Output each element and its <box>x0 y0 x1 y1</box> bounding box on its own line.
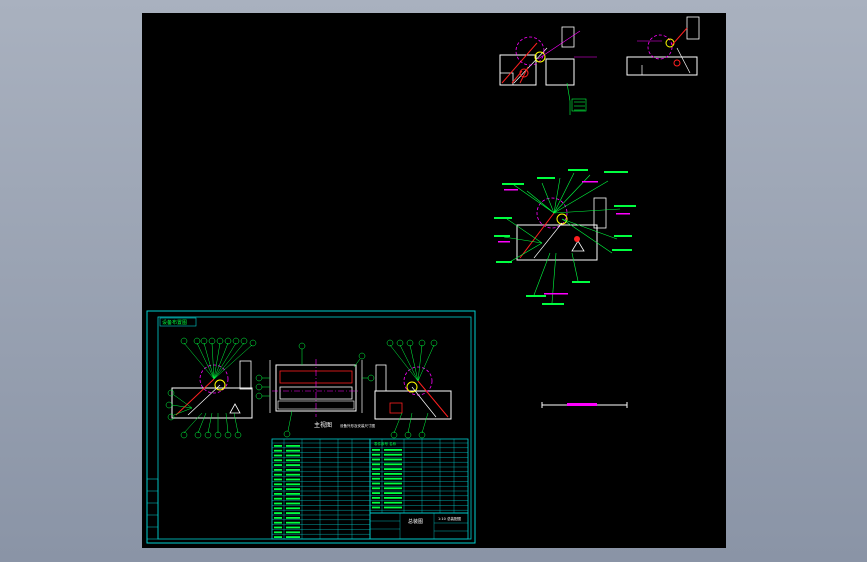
table-cell-text <box>384 477 402 480</box>
table-cell-text <box>286 517 300 519</box>
table-cell-text <box>274 497 282 500</box>
side-caption: 设备外形及安装尺寸图 <box>340 423 375 428</box>
main-view-caption: 主视图 <box>314 421 332 429</box>
drawing-number: 1:10 总装配图 <box>438 516 461 521</box>
table-cell-text <box>274 502 282 505</box>
detail-view-top-left <box>499 26 597 115</box>
dimension-line <box>541 402 628 408</box>
table-cell-text <box>274 517 282 519</box>
table-cell-text <box>286 488 300 490</box>
annotated-detail-view <box>494 169 636 305</box>
table-cell-text <box>274 459 282 462</box>
table-cell-text <box>274 469 282 471</box>
table-cell-text <box>384 468 402 470</box>
sheet-title-tag: 设备布置图 <box>162 319 187 326</box>
table-cell-text <box>384 506 402 509</box>
table-cell-text <box>274 521 282 524</box>
table-cell-text <box>286 512 300 514</box>
table-cell-text <box>384 453 402 456</box>
table-cell-text <box>286 445 300 447</box>
cad-drawing: 设备布置图 主视图 设备外形及安装尺寸图 零件序号 名称 总装图 1:10 总装… <box>146 16 700 544</box>
table-cell-text <box>372 449 380 451</box>
main-view-left-machine <box>165 337 257 439</box>
table-cell-text <box>286 531 300 534</box>
table-cell-text <box>274 454 282 457</box>
table-cell-text <box>286 493 300 495</box>
table-cell-text <box>274 473 282 476</box>
table-cell-text <box>384 501 402 504</box>
table-cell-text <box>372 453 380 456</box>
table-cell-text <box>384 487 402 490</box>
table-cell-text <box>286 536 300 538</box>
table-cell-text <box>286 454 300 457</box>
table-cell-text <box>274 493 282 495</box>
table-cell-text <box>286 507 300 510</box>
table-cell-text <box>274 526 282 529</box>
table-cell-text <box>274 536 282 538</box>
table-cell-text <box>274 464 282 466</box>
table-cell-text <box>274 507 282 510</box>
table-cell-text <box>384 463 402 466</box>
table-cell-text <box>274 512 282 514</box>
table-cell-text <box>286 478 300 481</box>
parts-list-label: 零件序号 名称 <box>374 441 397 446</box>
table-cell-text <box>274 449 282 452</box>
table-cell-text <box>274 445 282 447</box>
main-view-center-roller: 主视图 设备外形及安装尺寸图 <box>255 342 375 438</box>
table-cell-text <box>274 488 282 490</box>
table-cell-text <box>274 483 282 486</box>
table-cell-text <box>372 501 380 504</box>
table-cell-text <box>372 477 380 480</box>
table-cell-text <box>372 482 380 485</box>
table-cell-text <box>274 478 282 481</box>
table-cell-text <box>286 459 300 462</box>
table-cell-text <box>286 464 300 466</box>
drawing-sheet[interactable]: 设备布置图 <box>146 310 476 544</box>
table-cell-text <box>286 469 300 471</box>
table-cell-text <box>372 473 380 475</box>
table-cell-text <box>384 482 402 485</box>
detail-view-top-right <box>626 16 700 76</box>
table-cell-text <box>274 531 282 534</box>
table-cell-text <box>384 473 402 475</box>
table-cell-text <box>286 497 300 500</box>
table-cell-text <box>286 521 300 524</box>
table-cell-text <box>372 497 380 499</box>
table-cell-text <box>286 449 300 452</box>
table-cell-text <box>384 492 402 494</box>
cad-model-space[interactable]: 设备布置图 主视图 设备外形及安装尺寸图 零件序号 名称 总装图 1:10 总装… <box>142 13 726 548</box>
table-cell-text <box>372 492 380 494</box>
table-cell-text <box>372 487 380 490</box>
table-cell-text <box>384 497 402 499</box>
table-cell-text <box>372 463 380 466</box>
table-cell-text <box>286 502 300 505</box>
table-cell-text <box>384 458 402 461</box>
table-cell-text <box>372 506 380 509</box>
title-block-name: 总装图 <box>408 518 423 525</box>
table-cell-text <box>384 449 402 451</box>
table-cell-text <box>286 473 300 476</box>
table-cell-text <box>286 483 300 486</box>
main-view-right-machine <box>374 339 452 439</box>
table-cell-text <box>286 526 300 529</box>
table-cell-text <box>372 458 380 461</box>
title-block[interactable]: 总装图 1:10 总装配图 <box>369 512 469 540</box>
table-cell-text <box>372 468 380 470</box>
